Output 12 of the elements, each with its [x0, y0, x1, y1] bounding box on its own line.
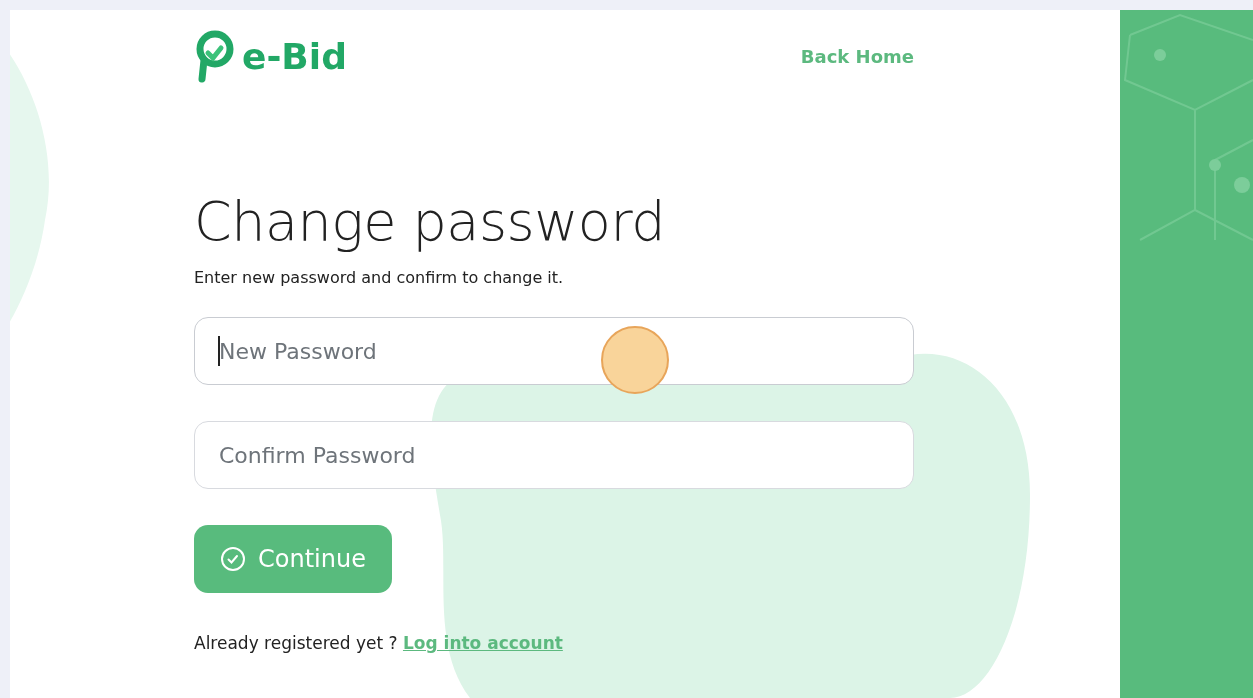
subtitle: Enter new password and confirm to change it. [194, 268, 565, 287]
continue-button[interactable]: Continue [194, 525, 392, 593]
logo-icon [194, 29, 236, 83]
login-link[interactable]: Log into account [402, 633, 563, 653]
check-circle-icon [220, 546, 246, 572]
password-field[interactable]: New Password [194, 317, 914, 385]
password-field[interactable]: Confirm Password [194, 421, 914, 489]
page-title: Change password [194, 189, 666, 255]
logo-text: e-Bid [242, 35, 347, 77]
login-prompt: Already registered yet ? Log into account [194, 633, 564, 653]
text-cursor [218, 336, 220, 366]
back-home-link[interactable]: Back Home [800, 45, 914, 67]
